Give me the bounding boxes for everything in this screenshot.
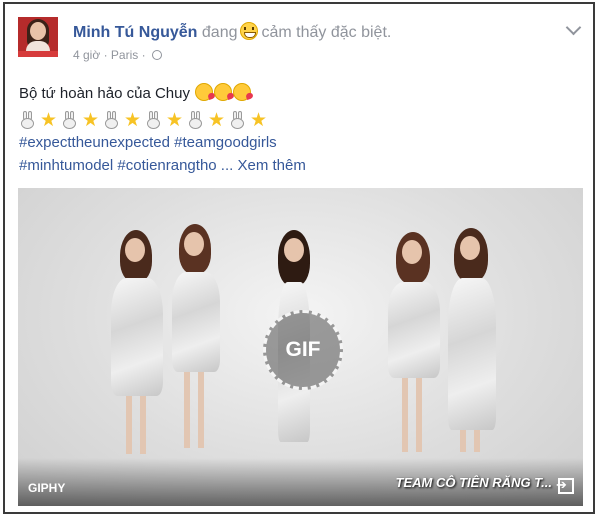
expand-icon[interactable] <box>556 477 574 494</box>
giphy-attribution[interactable]: GIPHY <box>28 481 65 495</box>
bunny-emoji-icon <box>18 111 37 130</box>
model-figure <box>106 230 166 460</box>
model-figure <box>384 232 442 462</box>
avatar-banner <box>18 51 58 57</box>
post-location[interactable]: Paris <box>111 48 138 62</box>
bunny-emoji-icon <box>186 111 205 130</box>
meta-separator: · <box>103 48 111 62</box>
hashtags-line-2[interactable]: #minhtumodel #cotienrangtho ... Xem thêm <box>19 157 306 174</box>
post-text: Bộ tứ hoàn hảo của Chuy <box>19 83 252 102</box>
hashtags-line-1[interactable]: #expecttheunexpected #teamgoodgirls <box>19 134 277 151</box>
gif-player[interactable]: GIF GIPHY TEAM CÔ TIÊN RĂNG T... <box>18 188 583 506</box>
star-emoji-icon: ★ <box>81 110 100 131</box>
globe-icon[interactable] <box>151 50 162 60</box>
star-emoji-icon: ★ <box>249 110 268 131</box>
bunny-emoji-icon <box>144 111 163 130</box>
post-card: Minh Tú Nguyễn đang cảm thấy đặc biệt. 4 … <box>3 2 595 514</box>
gif-play-icon[interactable]: GIF <box>263 310 343 390</box>
star-emoji-icon: ★ <box>39 110 58 131</box>
post-time[interactable]: 4 giờ <box>73 48 100 62</box>
bunny-emoji-icon <box>102 111 121 130</box>
model-figure <box>442 228 500 458</box>
bunny-emoji-icon <box>228 111 247 130</box>
author-name[interactable]: Minh Tú Nguyễn <box>73 24 197 41</box>
grinning-face-emoji-icon <box>240 22 259 40</box>
star-emoji-icon: ★ <box>207 110 226 131</box>
post-header: Minh Tú Nguyễn đang cảm thấy đặc biệt. <box>73 22 391 42</box>
gif-badge: GIF <box>285 338 321 361</box>
gif-caption: TEAM CÔ TIÊN RĂNG T... <box>395 475 552 490</box>
model-figure <box>166 224 224 454</box>
chevron-down-icon[interactable] <box>565 19 582 36</box>
activity-prefix: đang <box>201 24 238 41</box>
post-text-content: Bộ tứ hoàn hảo của Chuy <box>19 85 190 102</box>
kissing-face-emoji-icon <box>195 83 214 101</box>
star-emoji-icon: ★ <box>165 110 184 131</box>
avatar-face <box>30 22 46 40</box>
meta-separator: · <box>141 48 149 62</box>
emoji-row: ★ ★ ★ ★ ★ ★ <box>18 111 268 131</box>
star-emoji-icon: ★ <box>123 110 142 131</box>
gif-bottom-bar: GIPHY TEAM CÔ TIÊN RĂNG T... <box>18 458 583 506</box>
avatar[interactable] <box>18 17 58 57</box>
bunny-emoji-icon <box>60 111 79 130</box>
feeling-text[interactable]: cảm thấy đặc biệt. <box>261 24 391 41</box>
kissing-face-emoji-icon <box>214 83 233 101</box>
post-meta: 4 giờ · Paris · <box>73 48 162 62</box>
kissing-face-emoji-icon <box>233 83 252 101</box>
